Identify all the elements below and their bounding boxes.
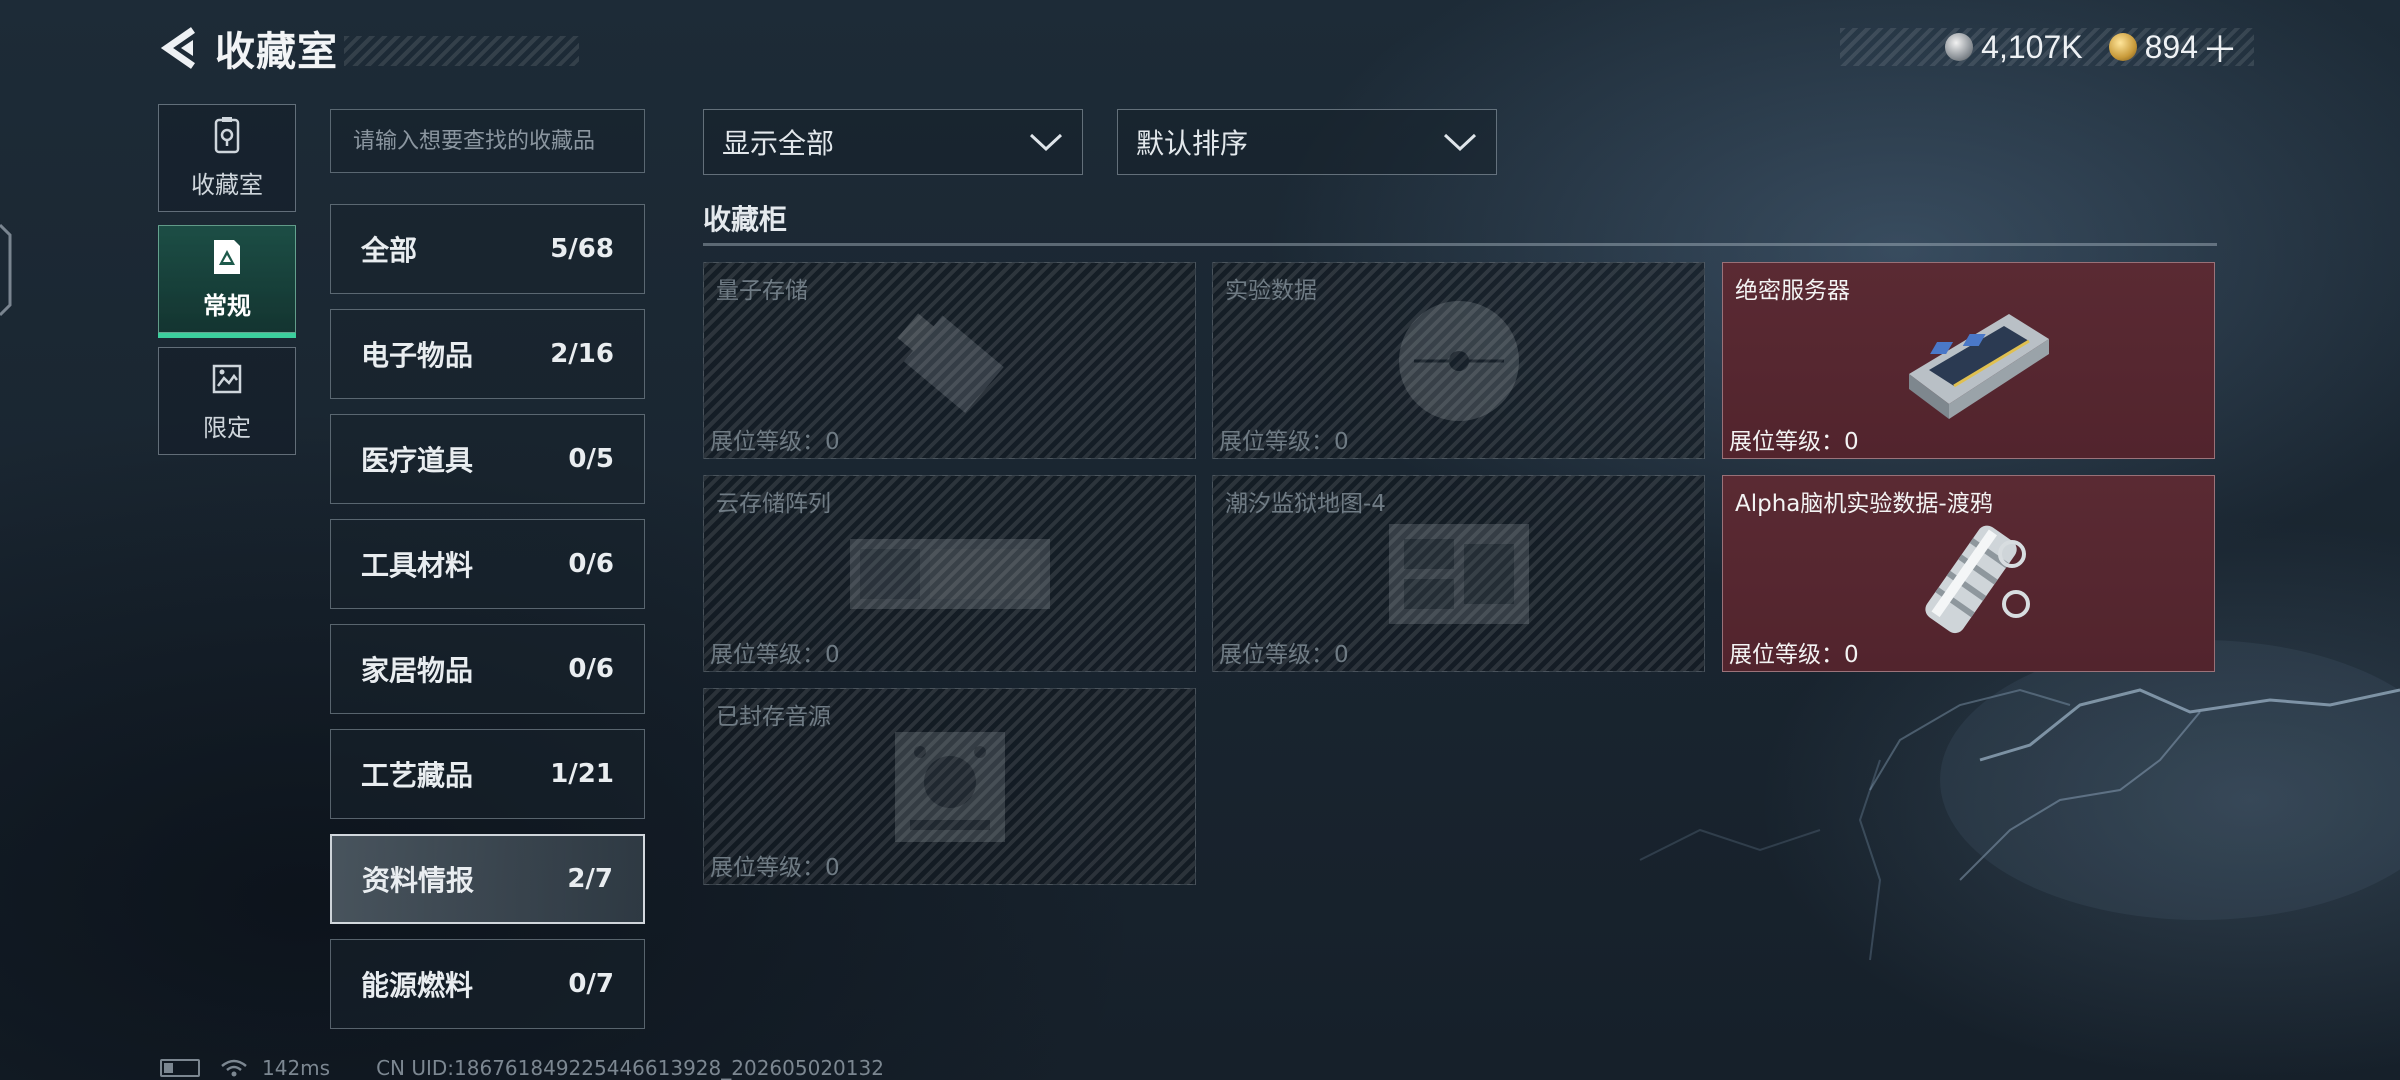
data-capsule-icon — [1924, 525, 2030, 633]
category-name: 能源燃料 — [361, 969, 474, 1002]
wifi-icon — [221, 1059, 247, 1077]
storage-array-icon — [849, 538, 1050, 609]
item-level: 展位等级：0 — [1219, 429, 1349, 455]
item-level: 展位等级：0 — [710, 642, 840, 668]
category-household[interactable]: 家居物品 0/6 — [330, 624, 645, 714]
category-crafts[interactable]: 工艺藏品 1/21 — [330, 729, 645, 819]
disc-icon — [1398, 300, 1519, 421]
category-name: 资料情报 — [362, 864, 475, 897]
silver-amount: 4,107K — [1981, 28, 2083, 65]
currency-bar: 4,107K 894 ＋ — [1840, 28, 2254, 71]
item-card-tidal-prison-map[interactable]: 潮汐监狱地图-4 展位等级：0 — [1212, 475, 1705, 672]
gold-coin-icon — [2108, 33, 2137, 61]
category-medical[interactable]: 医疗道具 0/5 — [330, 414, 645, 504]
category-count: 2/16 — [550, 339, 614, 369]
item-card-cloud-storage-array[interactable]: 云存储阵列 展位等级：0 — [703, 475, 1196, 672]
item-level: 展位等级：0 — [1219, 642, 1349, 668]
silver-coin-icon — [1945, 33, 1974, 61]
item-card-experiment-data[interactable]: 实验数据 展位等级：0 — [1212, 262, 1705, 459]
back-arrow-icon — [160, 27, 195, 69]
category-name: 医疗道具 — [361, 444, 474, 477]
header: 收藏室 — [155, 22, 579, 75]
item-name: 绝密服务器 — [1735, 278, 1850, 304]
side-tab-label: 限定 — [203, 413, 251, 442]
category-name: 电子物品 — [361, 339, 474, 372]
section-divider — [703, 243, 2217, 246]
category-count: 0/6 — [568, 654, 614, 684]
item-level: 展位等级：0 — [1729, 429, 1859, 455]
map-board-icon — [1388, 523, 1529, 624]
item-card-top-secret-server[interactable]: 绝密服务器 展位等级：0 — [1722, 262, 2215, 459]
category-count: 5/68 — [550, 234, 614, 264]
search-box — [330, 109, 645, 173]
side-tab-collection-room[interactable]: 收藏室 — [158, 104, 296, 212]
chevron-down-icon — [1443, 133, 1477, 152]
audio-device-icon — [894, 731, 1005, 842]
sort-value: 默认排序 — [1136, 127, 1249, 160]
item-card-alpha-bci-data-raven[interactable]: Alpha脑机实验数据-渡鸦 展位等级：0 — [1722, 475, 2215, 672]
item-name: 已封存音源 — [716, 704, 831, 730]
ping-text: 142ms — [262, 1056, 331, 1080]
search-input[interactable] — [353, 128, 622, 154]
category-all[interactable]: 全部 5/68 — [330, 204, 645, 294]
server-icon — [1908, 313, 2049, 419]
status-footer: 142ms CN UID:186761849225446613928_20260… — [160, 1056, 884, 1080]
category-count: 2/7 — [567, 864, 613, 894]
category-name: 工具材料 — [361, 549, 474, 582]
item-level: 展位等级：0 — [1729, 642, 1859, 668]
category-name: 家居物品 — [361, 654, 474, 687]
category-count: 0/7 — [568, 969, 614, 999]
side-tab-regular[interactable]: 常规 — [158, 225, 296, 338]
category-count: 0/6 — [568, 549, 614, 579]
item-name: Alpha脑机实验数据-渡鸦 — [1735, 491, 1993, 517]
page-title: 收藏室 — [215, 29, 338, 75]
category-name: 工艺藏品 — [361, 759, 474, 792]
side-tab-label: 收藏室 — [191, 170, 263, 199]
display-filter-dropdown[interactable]: 显示全部 — [703, 109, 1083, 175]
category-tools[interactable]: 工具材料 0/6 — [330, 519, 645, 609]
collection-room-icon — [214, 116, 240, 153]
uid-text: CN UID:186761849225446613928_20260502013… — [376, 1056, 884, 1080]
title-decoration — [344, 36, 579, 66]
item-name: 云存储阵列 — [716, 491, 831, 517]
category-count: 1/21 — [550, 759, 614, 789]
item-level: 展位等级：0 — [710, 429, 840, 455]
battery-icon — [160, 1059, 200, 1077]
item-name: 量子存储 — [716, 278, 808, 304]
item-card-sealed-audio-source[interactable]: 已封存音源 展位等级：0 — [703, 688, 1196, 885]
category-name: 全部 — [361, 234, 418, 267]
sort-dropdown[interactable]: 默认排序 — [1117, 109, 1497, 175]
category-energy[interactable]: 能源燃料 0/7 — [330, 939, 645, 1029]
gold-amount: 894 — [2144, 28, 2198, 65]
usb-drive-icon — [897, 312, 1004, 413]
back-button[interactable] — [155, 22, 203, 74]
chevron-down-icon — [1029, 133, 1063, 152]
category-intel[interactable]: 资料情报 2/7 — [330, 834, 645, 924]
display-filter-value: 显示全部 — [722, 127, 835, 160]
section-title: 收藏柜 — [703, 203, 788, 236]
regular-icon — [214, 239, 240, 274]
item-name: 潮汐监狱地图-4 — [1225, 491, 1386, 517]
item-name: 实验数据 — [1225, 278, 1317, 304]
category-electronics[interactable]: 电子物品 2/16 — [330, 309, 645, 399]
category-count: 0/5 — [568, 444, 614, 474]
limited-icon — [212, 364, 242, 393]
side-tab-label: 常规 — [203, 291, 251, 320]
add-currency-button[interactable]: ＋ — [2202, 21, 2238, 73]
item-level: 展位等级：0 — [710, 855, 840, 881]
edge-handle — [0, 223, 12, 317]
item-card-quantum-storage[interactable]: 量子存储 展位等级：0 — [703, 262, 1196, 459]
side-tab-limited[interactable]: 限定 — [158, 347, 296, 455]
